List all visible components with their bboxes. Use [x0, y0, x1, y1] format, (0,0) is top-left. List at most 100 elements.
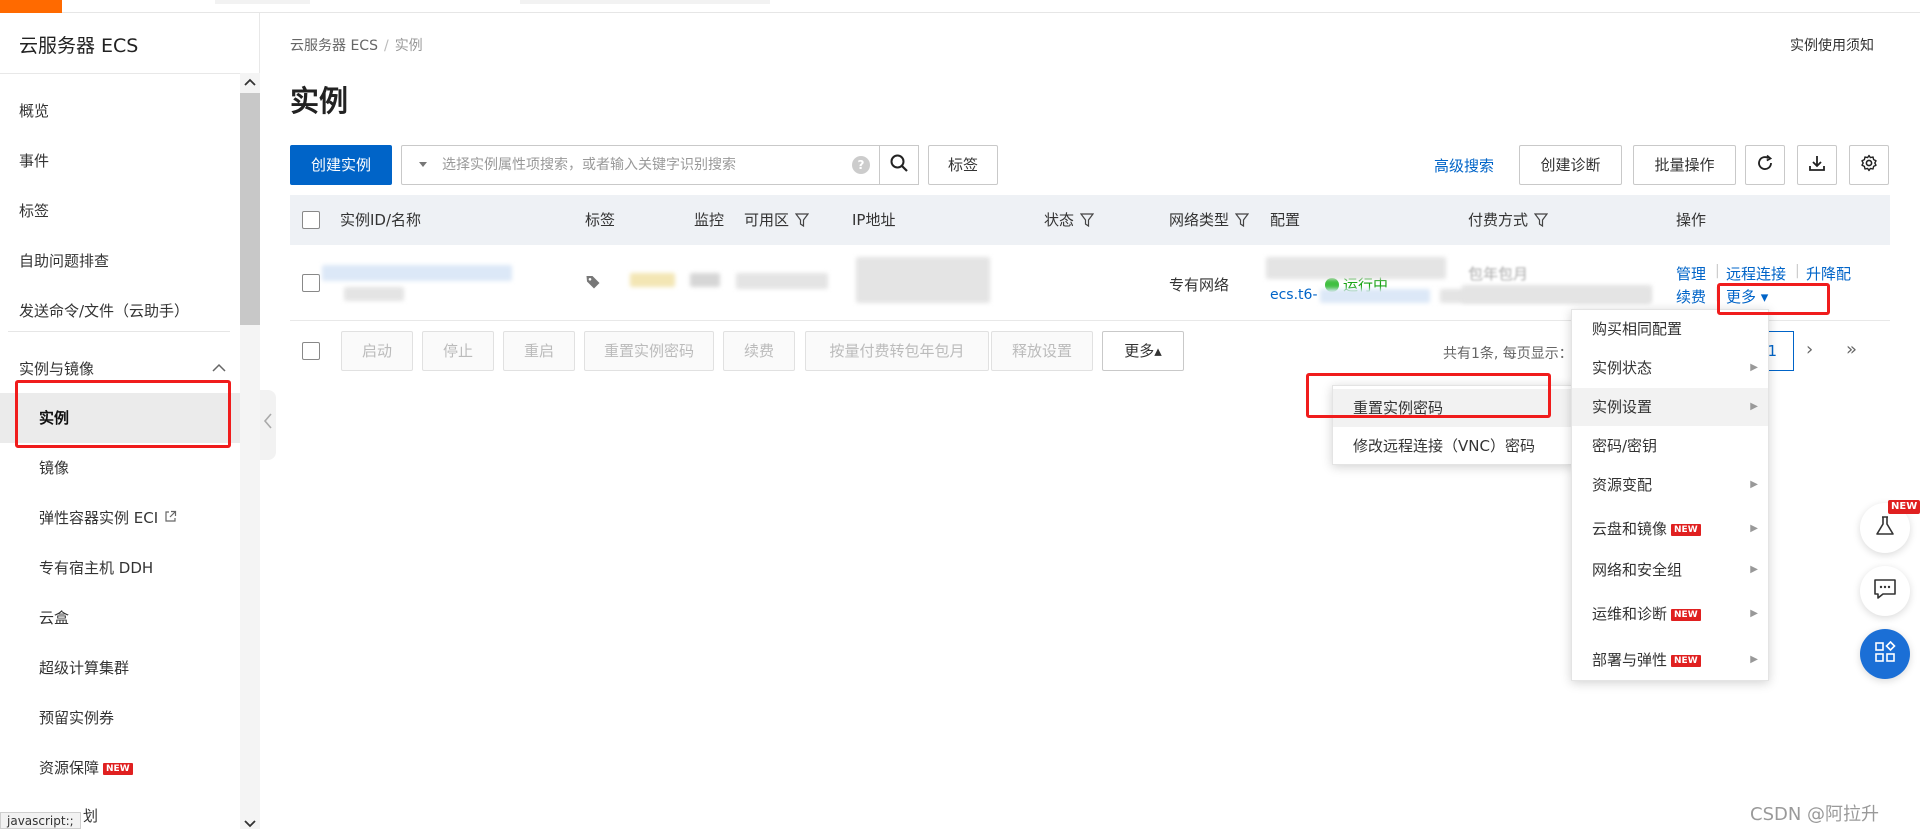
sidebar-group-instances-images[interactable]: 实例与镜像 [0, 346, 240, 392]
help-icon[interactable]: ? [852, 156, 870, 174]
create-instance-button[interactable]: 创建实例 [290, 145, 392, 185]
column-header-label: 可用区 [744, 211, 790, 229]
sidebar-item-reserved[interactable]: 预留实例券 [0, 693, 240, 743]
renew-link[interactable]: 续费 [1676, 286, 1706, 307]
sidebar-collapse-handle[interactable] [260, 390, 276, 460]
batch-operation-button[interactable]: 批量操作 [1633, 145, 1736, 185]
app-grid-icon [1874, 640, 1896, 667]
ops-diagnosis-item[interactable]: 运维和诊断 NEW ▶ [1572, 595, 1768, 633]
instance-notice-link[interactable]: 实例使用须知 [1790, 35, 1874, 55]
buy-same-config-item[interactable]: 购买相同配置 [1572, 310, 1768, 348]
password-key-item[interactable]: 密码/密钥 [1572, 427, 1768, 465]
release-settings-button[interactable]: 释放设置 [991, 331, 1093, 371]
instance-settings-item[interactable]: 实例设置 ▶ [1572, 388, 1768, 426]
column-header-network[interactable]: 网络类型 [1169, 195, 1250, 247]
upgrade-link[interactable]: 升降配 [1806, 263, 1851, 284]
disk-image-item[interactable]: 云盘和镜像 NEW ▶ [1572, 510, 1768, 548]
settings-button[interactable] [1849, 145, 1889, 185]
search-box[interactable]: ? [401, 145, 881, 185]
sidebar-item-ddh[interactable]: 专有宿主机 DDH [0, 543, 240, 593]
breadcrumb-root[interactable]: 云服务器 ECS [290, 38, 378, 54]
sidebar-scrollbar-thumb[interactable] [240, 93, 260, 325]
sidebar-divider [8, 331, 230, 332]
row-checkbox[interactable] [302, 274, 320, 292]
remote-connect-link[interactable]: 远程连接 [1726, 263, 1786, 284]
search-button[interactable] [879, 145, 919, 185]
filter-icon[interactable] [1234, 197, 1250, 247]
resource-change-item[interactable]: 资源变配 ▶ [1572, 466, 1768, 504]
console-logo[interactable] [0, 0, 62, 13]
filter-icon[interactable] [1533, 197, 1549, 247]
sidebar-item-scc[interactable]: 超级计算集群 [0, 643, 240, 693]
column-header-zone[interactable]: 可用区 [744, 195, 810, 247]
start-button[interactable]: 启动 [341, 331, 413, 371]
breadcrumb-separator: / [383, 38, 389, 54]
refresh-button[interactable] [1745, 145, 1785, 185]
pager-next-icon[interactable]: › [1806, 339, 1813, 360]
menu-item-label: 实例状态 [1592, 359, 1653, 377]
instance-id-redacted[interactable] [322, 265, 512, 281]
chevron-right-icon: ▶ [1750, 401, 1758, 412]
more-bulk-button[interactable]: 更多▴ [1102, 331, 1184, 371]
renew-bulk-button[interactable]: 续费 [723, 331, 795, 371]
caret-down-icon[interactable] [418, 154, 428, 177]
sidebar-item-label: 弹性容器实例 ECI [39, 509, 159, 527]
sidebar-item-tags[interactable]: 标签 [0, 186, 240, 236]
scroll-up-icon[interactable] [242, 75, 258, 89]
sidebar-item-troubleshoot[interactable]: 自助问题排查 [0, 236, 240, 286]
more-actions-link[interactable]: 更多 ▾ [1726, 286, 1768, 307]
op-separator: | [1715, 263, 1720, 279]
column-header-status[interactable]: 状态 [1044, 195, 1095, 247]
ip-address-redacted [856, 257, 990, 303]
config-redacted [1266, 257, 1446, 279]
sidebar-item-eci[interactable]: 弹性容器实例 ECI [0, 493, 240, 543]
select-all-checkbox[interactable] [302, 211, 320, 229]
search-input[interactable] [442, 147, 842, 183]
restart-button[interactable]: 重启 [503, 331, 575, 371]
filter-icon[interactable] [1079, 197, 1095, 247]
menu-item-label: 资源变配 [1592, 476, 1653, 494]
pager-last-icon[interactable]: » [1846, 339, 1857, 360]
breadcrumb-current: 实例 [394, 38, 423, 54]
column-header-actions: 操作 [1676, 211, 1707, 229]
new-badge: NEW [1671, 524, 1701, 536]
sidebar-item-events[interactable]: 事件 [0, 136, 240, 186]
menu-item-label: 运维和诊断 [1592, 605, 1668, 623]
export-button[interactable] [1797, 145, 1837, 185]
menu-item-label: 密码/密钥 [1592, 437, 1658, 455]
sidebar-item-instances[interactable]: 实例 [0, 393, 240, 443]
tag-icon[interactable] [585, 274, 601, 294]
billing-redacted [1462, 285, 1652, 303]
menu-item-label: 购买相同配置 [1592, 320, 1683, 338]
filter-icon[interactable] [794, 197, 810, 247]
manage-link[interactable]: 管理 [1676, 263, 1706, 284]
sidebar-item-cloudbox[interactable]: 云盒 [0, 593, 240, 643]
sidebar-item-overview[interactable]: 概览 [0, 86, 240, 136]
chevron-right-icon: ▶ [1750, 523, 1758, 534]
monitor-redacted[interactable] [690, 273, 720, 287]
advanced-search-link[interactable]: 高级搜索 [1434, 155, 1494, 176]
sidebar-divider [0, 73, 260, 74]
sidebar-item-images[interactable]: 镜像 [0, 443, 240, 493]
modify-vnc-password-item[interactable]: 修改远程连接（VNC）密码 [1333, 427, 1573, 465]
sidebar-item-resource-guarantee[interactable]: 资源保障 NEW [0, 743, 240, 793]
feedback-button[interactable] [1860, 566, 1910, 616]
column-header-billing[interactable]: 付费方式 [1468, 195, 1549, 247]
convert-billing-button[interactable]: 按量付费转包年包月 [805, 331, 989, 371]
app-grid-button[interactable] [1860, 629, 1910, 679]
stop-button[interactable]: 停止 [422, 331, 494, 371]
tag-filter-button[interactable]: 标签 [928, 145, 998, 185]
chevron-right-icon: ▶ [1750, 608, 1758, 619]
instance-name-redacted [344, 287, 404, 301]
footer-select-all-checkbox[interactable] [302, 342, 320, 360]
op-separator: | [1795, 263, 1800, 279]
network-security-item[interactable]: 网络和安全组 ▶ [1572, 551, 1768, 589]
instance-status-item[interactable]: 实例状态 ▶ [1572, 349, 1768, 387]
reset-password-bulk-button[interactable]: 重置实例密码 [584, 331, 714, 371]
new-badge: NEW [1671, 609, 1701, 621]
reset-instance-password-item[interactable]: 重置实例密码 [1333, 389, 1573, 427]
op-separator: | [1715, 286, 1720, 302]
create-diagnosis-button[interactable]: 创建诊断 [1519, 145, 1622, 185]
deploy-elastic-item[interactable]: 部署与弹性 NEW ▶ [1572, 641, 1768, 679]
sidebar-item-send-command[interactable]: 发送命令/文件（云助手） [0, 286, 240, 336]
